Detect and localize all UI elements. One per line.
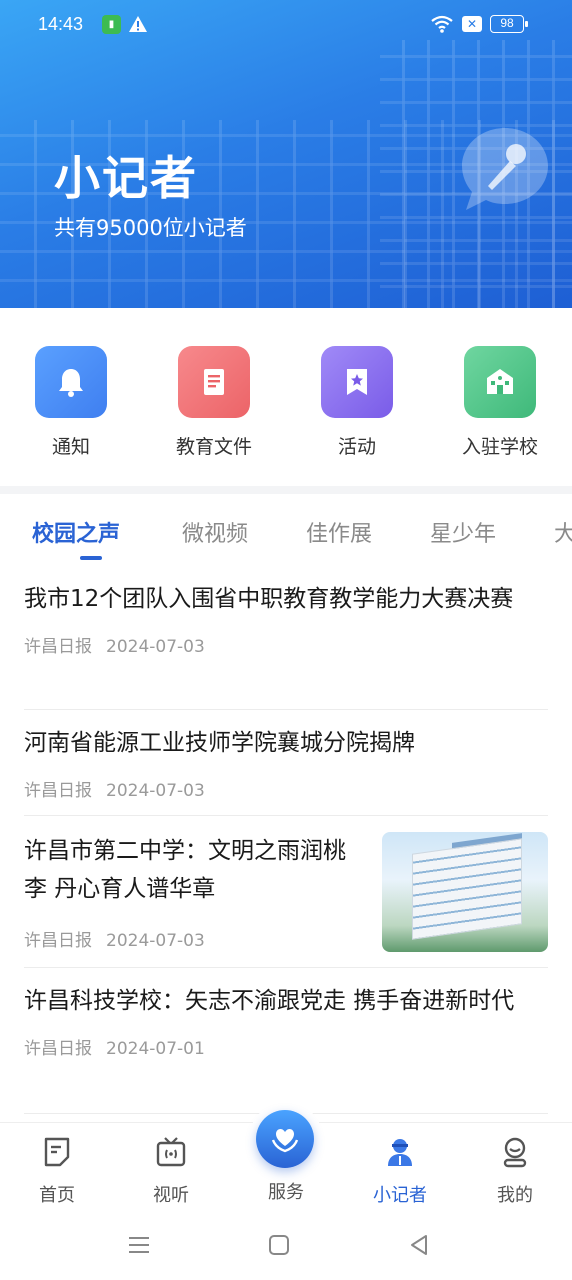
news-meta: 许昌日报 2024-07-03	[24, 776, 548, 801]
page-title: 小记者	[54, 151, 198, 205]
tab-micro-video[interactable]: 微视频	[182, 516, 248, 548]
nav-label-media: 视听	[153, 1185, 189, 1206]
heart-hands-icon	[271, 1129, 299, 1153]
warning-icon	[129, 16, 147, 32]
quick-item-activity[interactable]: 活动	[297, 346, 417, 459]
nav-reporter[interactable]: 小记者	[355, 1135, 445, 1207]
quick-item-education-files[interactable]: 教育文件	[154, 346, 274, 459]
menu-icon[interactable]	[126, 1232, 152, 1258]
news-item[interactable]: 许昌市第二中学：文明之雨润桃李 丹心育人谱华章 许昌日报 2024-07-03	[24, 816, 548, 968]
system-nav-bar	[0, 1214, 572, 1280]
status-time: 14:43	[38, 14, 84, 34]
nav-home[interactable]: 首页	[12, 1135, 102, 1207]
wifi-icon	[431, 15, 453, 33]
news-date: 2024-07-03	[106, 781, 205, 801]
nav-media[interactable]: 视听	[126, 1135, 216, 1207]
nav-label-mine: 我的	[497, 1185, 533, 1206]
news-title: 河南省能源工业技师学院襄城分院揭牌	[24, 730, 415, 756]
tab-works-exhibition[interactable]: 佳作展	[306, 516, 372, 548]
quick-label-notice: 通知	[51, 436, 90, 458]
notification-app-icon: ▮	[102, 15, 121, 34]
bookmark-star-icon	[321, 346, 393, 418]
news-item[interactable]: 许昌科技学校：矢志不渝跟党走 携手奋进新时代 许昌日报 2024-07-01	[24, 968, 548, 1114]
nav-mine[interactable]: 我的	[470, 1135, 560, 1207]
news-date: 2024-07-03	[106, 637, 205, 657]
news-item[interactable]: 我市12个团队入围省中职教育教学能力大赛决赛 许昌日报 2024-07-03	[24, 580, 548, 710]
reporter-icon	[388, 1139, 412, 1166]
header-banner: 14:43 ▮ ✕ 98 小记者 共有95000位小记者	[0, 0, 572, 308]
tab-star-youth[interactable]: 星少年	[430, 516, 496, 548]
home-icon[interactable]	[266, 1232, 292, 1258]
news-title: 许昌科技学校：矢志不渝跟党走 携手奋进新时代	[24, 988, 515, 1014]
service-button[interactable]	[256, 1110, 314, 1168]
tab-indicator	[80, 556, 102, 560]
news-date: 2024-07-03	[106, 931, 205, 951]
quick-label-education-files: 教育文件	[175, 436, 252, 458]
back-icon[interactable]	[406, 1232, 432, 1258]
tv-icon	[156, 1137, 186, 1167]
news-source: 许昌日报	[24, 1039, 92, 1059]
news-source: 许昌日报	[24, 781, 92, 801]
tab-more[interactable]: 大	[554, 516, 572, 548]
quick-menu: 通知 教育文件 活动 入驻学校	[0, 308, 572, 486]
quick-item-join-school[interactable]: 入驻学校	[440, 346, 560, 459]
news-source: 许昌日报	[24, 637, 92, 657]
tab-campus-voice[interactable]: 校园之声	[32, 516, 120, 548]
section-divider	[0, 486, 572, 494]
nav-label-service: 服务	[268, 1182, 304, 1203]
profile-icon	[503, 1137, 527, 1168]
reporter-count: 共有95000位小记者	[54, 216, 247, 240]
quick-label-join-school: 入驻学校	[461, 436, 538, 458]
quick-label-activity: 活动	[337, 436, 376, 458]
news-date: 2024-07-01	[106, 1039, 205, 1059]
news-thumbnail	[382, 832, 548, 952]
news-source: 许昌日报	[24, 931, 92, 951]
news-meta: 许昌日报 2024-07-01	[24, 1034, 548, 1059]
status-bar: 14:43 ▮ ✕ 98	[0, 0, 572, 52]
microphone-icon	[462, 128, 548, 210]
quick-item-notice[interactable]: 通知	[11, 346, 131, 459]
document-icon	[178, 346, 250, 418]
category-tabs: 校园之声 微视频 佳作展 星少年 大	[0, 494, 572, 566]
bell-icon	[35, 346, 107, 418]
news-title: 我市12个团队入围省中职教育教学能力大赛决赛	[24, 586, 514, 612]
battery-icon: 98	[490, 15, 528, 33]
news-item[interactable]: 河南省能源工业技师学院襄城分院揭牌 许昌日报 2024-07-03	[24, 724, 548, 816]
nav-label-reporter: 小记者	[373, 1185, 427, 1206]
home-page-icon	[44, 1137, 70, 1167]
news-meta: 许昌日报 2024-07-03	[24, 632, 548, 657]
nav-label-home: 首页	[39, 1185, 75, 1206]
sim-off-icon: ✕	[462, 16, 482, 32]
school-icon	[464, 346, 536, 418]
news-title: 许昌市第二中学：文明之雨润桃李 丹心育人谱华章	[24, 838, 346, 902]
